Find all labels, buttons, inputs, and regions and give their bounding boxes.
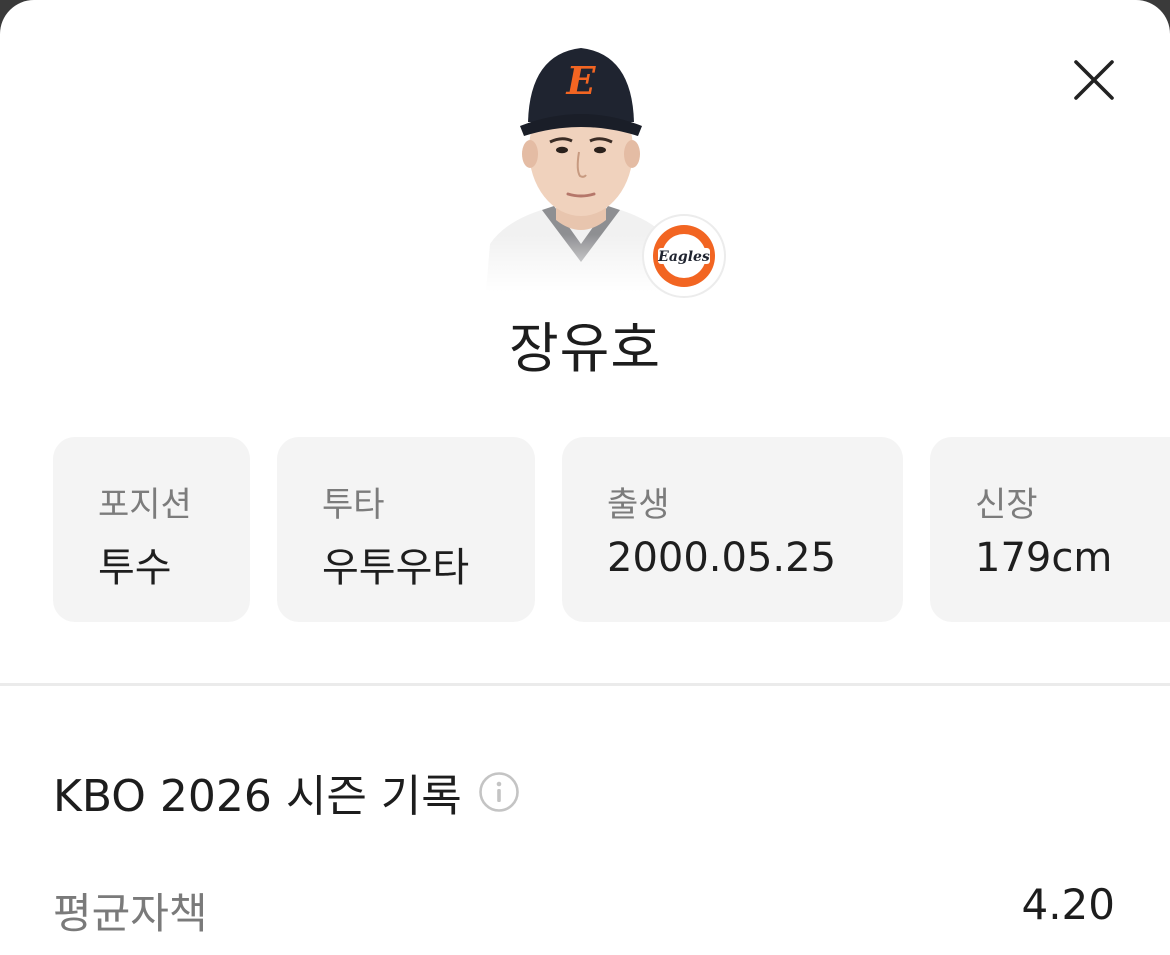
close-button[interactable] [1066, 52, 1122, 108]
info-card-value: 179cm [975, 535, 1113, 581]
info-card-label: 투타 [322, 485, 385, 525]
info-card-value: 우투우타 [322, 545, 470, 591]
info-card-label: 출생 [607, 485, 670, 525]
stat-label: 평균자책 [53, 889, 208, 938]
info-card-value: 투수 [98, 545, 172, 591]
team-logo: Eagles [642, 214, 726, 298]
info-card-label: 신장 [975, 485, 1038, 525]
section-title: KBO 2026 시즌 기록 [53, 771, 462, 822]
season-record-header: KBO 2026 시즌 기록 [53, 760, 520, 824]
eagles-logo-icon: Eagles [653, 225, 715, 287]
player-photo-area: E Eagles [476, 30, 732, 300]
stat-row-era: 평균자책 4.20 [53, 880, 1115, 940]
player-name: 장유호 [508, 317, 662, 380]
info-card-value: 2000.05.25 [607, 535, 837, 581]
section-divider [0, 683, 1170, 686]
info-card-height: 신장 179cm [930, 437, 1170, 622]
close-icon [1074, 60, 1114, 100]
info-circle-icon[interactable] [478, 771, 520, 813]
info-card-birth: 출생 2000.05.25 [562, 437, 903, 622]
info-card-position: 포지션 투수 [53, 437, 250, 622]
info-card-bats-throws: 투타 우투우타 [277, 437, 535, 622]
svg-text:Eagles: Eagles [657, 249, 710, 265]
stat-value: 4.20 [1021, 880, 1115, 929]
player-profile-sheet: E Eagles 장유호 포지션 투수 투타 우투우타 출생 2000.05.2… [0, 0, 1170, 955]
info-card-label: 포지션 [98, 485, 192, 525]
